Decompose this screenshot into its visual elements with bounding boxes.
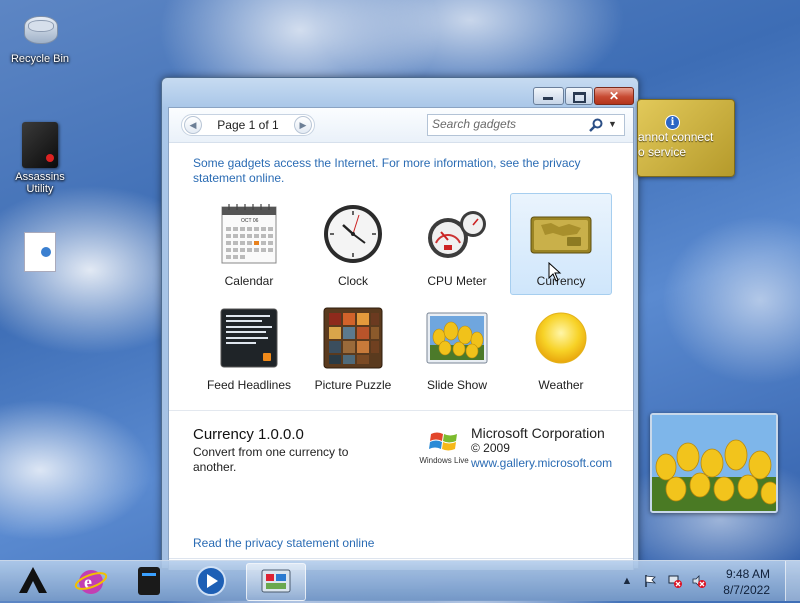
action-center-flag-icon[interactable] [643, 574, 657, 588]
gadget-picture-puzzle[interactable]: Picture Puzzle [302, 297, 404, 399]
gadget-slide-show[interactable]: Slide Show [406, 297, 508, 399]
taskbar-internet-explorer[interactable]: e [62, 563, 120, 599]
toolbar: ◀ Page 1 of 1 ▶ ▼ [169, 108, 633, 143]
gadget-feed-headlines[interactable]: Feed Headlines [198, 297, 300, 399]
windows-live-text: Windows Live [419, 456, 469, 465]
search-icon[interactable] [588, 117, 604, 133]
volume-muted-icon[interactable] [692, 574, 706, 588]
calendar-icon: OCT 06 [221, 204, 277, 264]
windows-flag-icon [429, 432, 457, 451]
gadget-details-description: Convert from one currency to another. [193, 445, 349, 474]
gadget-label: Feed Headlines [206, 378, 292, 392]
page-navigator: ◀ Page 1 of 1 ▶ [181, 114, 315, 136]
show-hidden-icons-button[interactable]: ▲ [620, 574, 634, 588]
gadget-label: Picture Puzzle [314, 378, 392, 392]
publisher-year: © 2009 [471, 441, 510, 455]
picture-puzzle-icon [323, 307, 383, 369]
next-page-button[interactable]: ▶ [294, 116, 312, 134]
weather-sun-icon [535, 312, 587, 364]
calendar-month-text: OCT 06 [241, 218, 259, 224]
search-input[interactable] [430, 116, 584, 132]
page-label: Page 1 of 1 [217, 118, 279, 132]
details-separator [169, 410, 633, 411]
privacy-statement-link[interactable]: Read the privacy statement online [193, 536, 374, 550]
clock-time[interactable]: 9:48 AM [726, 567, 770, 581]
search-box: ▼ [427, 114, 625, 136]
gadget-calendar[interactable]: OCT 06 Calendar [198, 193, 300, 295]
gadget-clock[interactable]: Clock [302, 193, 404, 295]
taskbar-assassins-app[interactable] [4, 563, 62, 599]
slide-show-desktop-gadget[interactable] [650, 413, 778, 513]
media-player-icon [196, 566, 226, 596]
file-icon [24, 232, 56, 272]
internet-explorer-icon: e [74, 570, 108, 594]
gadget-weather[interactable]: Weather [510, 297, 612, 399]
taskbar-drive-app[interactable] [120, 563, 178, 599]
recycle-bin-icon [18, 6, 62, 50]
drive-icon [138, 567, 160, 595]
show-desktop-button[interactable] [785, 561, 800, 601]
info-icon: i [665, 115, 680, 130]
gadget-label: Slide Show [426, 378, 488, 392]
assassins-logo-icon [19, 567, 47, 593]
search-dropdown-icon[interactable]: ▼ [608, 116, 617, 132]
gadget-label: Weather [538, 378, 584, 392]
network-disconnected-icon[interactable] [668, 574, 682, 588]
close-button[interactable]: ✕ [594, 87, 634, 105]
taskbar-media-player[interactable] [182, 563, 240, 599]
gadget-label: Calendar [224, 274, 274, 288]
windows-live-logo: Windows Live [419, 428, 469, 468]
desktop-icon-label: Assassins Utility [15, 171, 65, 195]
slide-show-icon [426, 312, 488, 364]
currency-error-message: annot connect o service [638, 130, 714, 159]
assassins-utility-icon [22, 122, 58, 168]
publisher-url-link[interactable]: www.gallery.microsoft.com [471, 456, 612, 470]
desktop-icon-assassins-utility[interactable]: Assassins Utility [5, 122, 75, 195]
gadget-details-title: Currency 1.0.0.0 [193, 426, 304, 443]
clock-date[interactable]: 8/7/2022 [723, 583, 770, 597]
prev-page-button[interactable]: ◀ [184, 116, 202, 134]
publisher-name: Microsoft Corporation [471, 425, 605, 441]
privacy-notice-link[interactable]: Some gadgets access the Internet. For mo… [193, 156, 603, 186]
currency-desktop-gadget[interactable]: i annot connect o service [637, 99, 735, 177]
desktop-icon-label: Recycle Bin [10, 53, 70, 65]
feed-headlines-icon [220, 308, 278, 368]
gadgets-window: ✕ ◀ Page 1 of 1 ▶ ▼ Some gadgets access … [161, 77, 639, 570]
clock-icon [324, 205, 382, 263]
taskbar: e ▲ 9:48 AM 8/7/2022 [0, 560, 800, 601]
desktop-icon-file[interactable] [5, 232, 75, 275]
taskbar-gadgets[interactable] [246, 563, 306, 601]
gadgets-content: ◀ Page 1 of 1 ▶ ▼ Some gadgets access th… [168, 107, 634, 570]
gadget-label: Clock [337, 274, 368, 288]
currency-icon [530, 216, 592, 254]
gadget-cpu-meter[interactable]: CPU Meter [406, 193, 508, 295]
mouse-cursor-icon [548, 262, 562, 282]
desktop-icon-recycle-bin[interactable]: Recycle Bin [5, 6, 75, 65]
minimize-button[interactable] [533, 87, 564, 105]
tulips-photo [652, 415, 776, 511]
cpu-meter-icon [428, 211, 486, 258]
maximize-button[interactable] [565, 87, 593, 105]
gadget-label: CPU Meter [427, 274, 487, 288]
gadgets-icon [261, 569, 291, 593]
